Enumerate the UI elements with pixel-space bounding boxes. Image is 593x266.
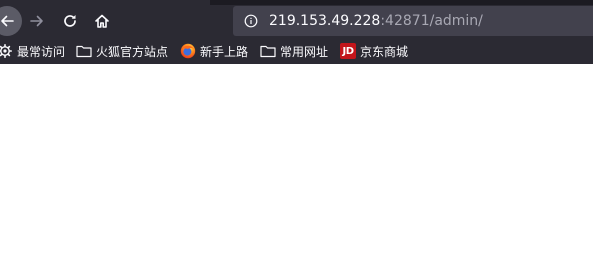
jd-logo: JD bbox=[340, 43, 356, 59]
firefox-icon bbox=[180, 43, 196, 59]
bookmark-label: 最常访问 bbox=[17, 44, 66, 59]
bookmark-jd-mall[interactable]: JD 京东商城 bbox=[340, 41, 408, 61]
reload-icon bbox=[64, 15, 76, 27]
home-icon bbox=[95, 14, 109, 28]
folder-icon bbox=[260, 43, 276, 59]
bookmark-common-sites[interactable]: 常用网址 bbox=[260, 41, 328, 61]
jd-logo-icon: JD bbox=[340, 43, 356, 59]
bookmark-most-visited[interactable]: 最常访问 bbox=[0, 41, 65, 61]
forward-button[interactable] bbox=[23, 7, 51, 35]
folder-icon bbox=[76, 43, 92, 59]
url-host: 219.153.49.228 bbox=[269, 13, 381, 29]
back-button[interactable] bbox=[0, 6, 22, 36]
url-path: :42871/admin/ bbox=[380, 13, 483, 29]
browser-chrome: 219.153.49.228:42871/admin/ 最常访问 火狐官方站点 … bbox=[0, 0, 593, 64]
address-bar[interactable]: 219.153.49.228:42871/admin/ bbox=[233, 6, 593, 36]
forward-arrow-icon bbox=[30, 15, 43, 27]
bookmark-huohu-official[interactable]: 火狐官方站点 bbox=[76, 41, 168, 61]
back-arrow-icon bbox=[1, 15, 14, 27]
page-content bbox=[0, 64, 593, 266]
gear-icon bbox=[0, 43, 13, 59]
bookmark-label: 京东商城 bbox=[360, 44, 409, 59]
bookmark-getting-started[interactable]: 新手上路 bbox=[180, 41, 248, 61]
home-button[interactable] bbox=[88, 7, 116, 35]
info-icon[interactable] bbox=[244, 14, 258, 28]
bookmark-label: 新手上路 bbox=[200, 44, 249, 59]
url-text[interactable]: 219.153.49.228:42871/admin/ bbox=[269, 13, 483, 29]
bookmark-label: 火狐官方站点 bbox=[96, 44, 169, 59]
reload-button[interactable] bbox=[56, 7, 84, 35]
navigation-toolbar: 219.153.49.228:42871/admin/ bbox=[0, 5, 593, 37]
bookmark-label: 常用网址 bbox=[280, 44, 329, 59]
bookmarks-toolbar: 最常访问 火狐官方站点 新手上路 常用网址 JD 京东商城 bbox=[0, 39, 593, 63]
